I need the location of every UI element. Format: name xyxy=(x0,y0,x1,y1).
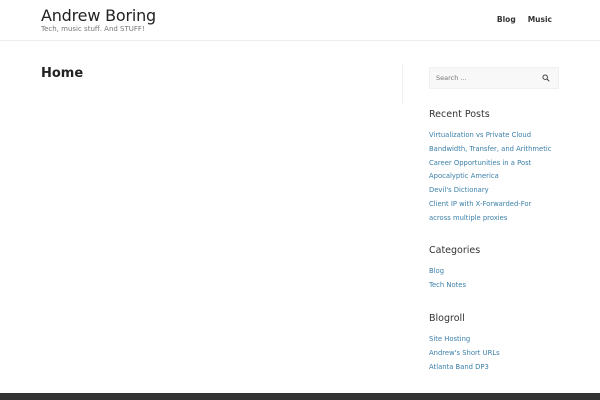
blogroll-link[interactable]: Atlanta Band DP3 xyxy=(429,361,554,375)
recent-post-link[interactable]: Virtualization vs Private Cloud xyxy=(429,129,554,143)
blogroll-link[interactable]: Site Hosting xyxy=(429,333,554,347)
search-form xyxy=(429,67,559,89)
search-input[interactable] xyxy=(436,74,536,82)
categories-title: Categories xyxy=(429,245,481,256)
recent-post-link[interactable]: Bandwidth, Transfer, and Arithmetic xyxy=(429,143,554,157)
recent-posts-title: Recent Posts xyxy=(429,109,490,120)
recent-post-link[interactable]: Devil's Dictionary xyxy=(429,184,554,198)
recent-post-link[interactable]: Career Opportunities in a Post Apocalypt… xyxy=(429,157,554,185)
site-title[interactable]: Andrew Boring xyxy=(41,6,156,25)
category-link[interactable]: Tech Notes xyxy=(429,279,554,293)
nav-blog[interactable]: Blog xyxy=(497,15,516,24)
content-divider xyxy=(402,64,403,104)
site-footer xyxy=(0,393,600,400)
category-link[interactable]: Blog xyxy=(429,265,554,279)
main-nav: Blog Music xyxy=(497,15,552,24)
site-header: Andrew Boring Tech, music stuff. And STU… xyxy=(0,0,600,41)
blogroll-title: Blogroll xyxy=(429,313,465,324)
nav-music[interactable]: Music xyxy=(528,15,552,24)
blogroll-list: Site Hosting Andrew's Short URLs Atlanta… xyxy=(429,333,554,374)
site-tagline: Tech, music stuff. And STUFF! xyxy=(41,25,145,33)
recent-posts-list: Virtualization vs Private Cloud Bandwidt… xyxy=(429,129,554,226)
search-icon[interactable] xyxy=(542,74,550,82)
blogroll-link[interactable]: Andrew's Short URLs xyxy=(429,347,554,361)
recent-post-link[interactable]: Client IP with X-Forwarded-For across mu… xyxy=(429,198,554,226)
categories-list: Blog Tech Notes xyxy=(429,265,554,293)
page-title: Home xyxy=(41,66,84,81)
